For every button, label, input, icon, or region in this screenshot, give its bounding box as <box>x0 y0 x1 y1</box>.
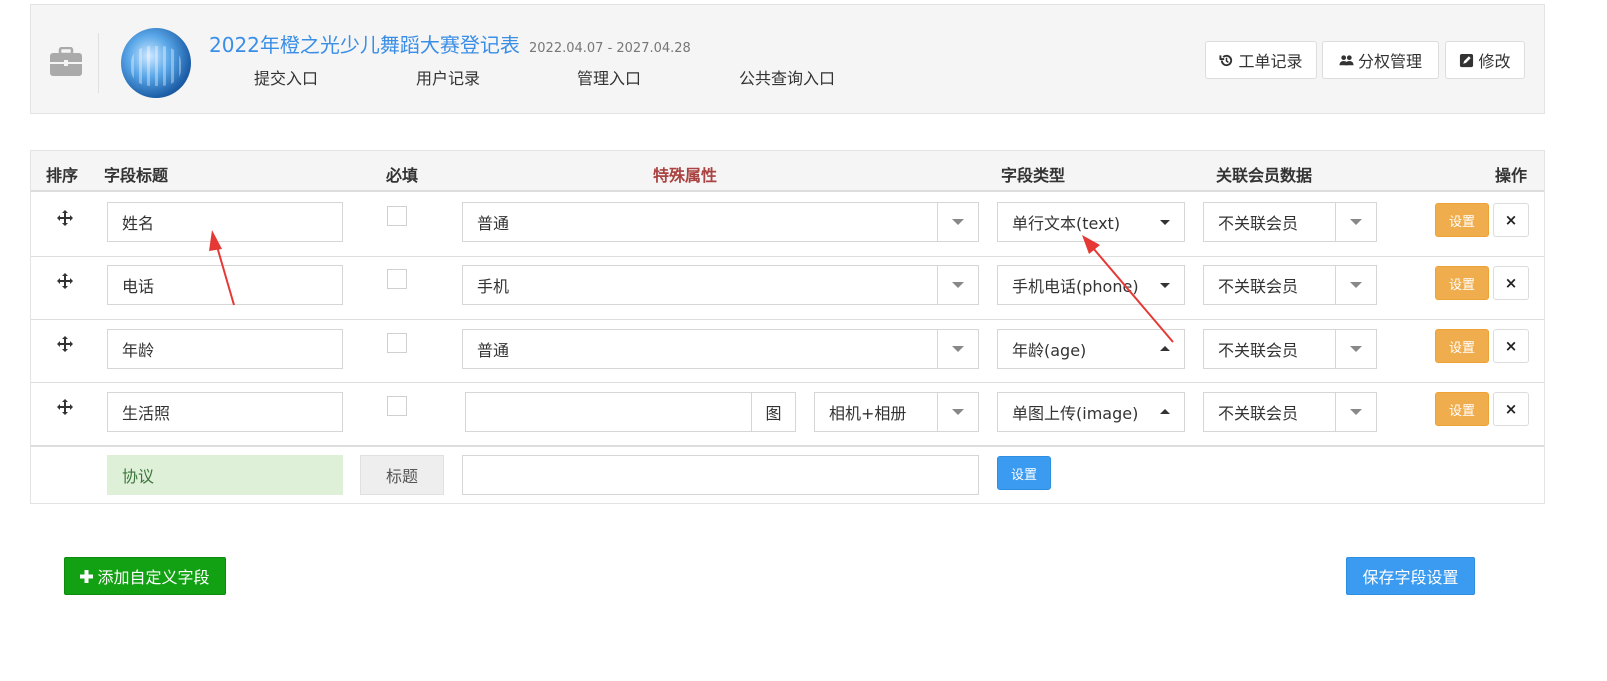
edit-label: 修改 <box>1478 52 1511 71</box>
field-title-input[interactable]: 姓名 <box>107 202 343 242</box>
special-select[interactable]: 手机 <box>462 265 979 305</box>
plus-icon <box>80 569 94 583</box>
field-type-select[interactable]: 单图上传(image) <box>997 392 1185 432</box>
field-title-input[interactable]: 年龄 <box>107 329 343 369</box>
header-divider <box>98 33 99 93</box>
caret-down-icon <box>1160 220 1170 225</box>
col-required: 必填 <box>386 166 419 185</box>
row-divider <box>31 445 1544 447</box>
edit-button[interactable]: 修改 <box>1445 41 1525 79</box>
caret-up-icon <box>1160 346 1170 351</box>
chevron-down-icon <box>952 409 964 415</box>
member-select[interactable]: 不关联会员 <box>1203 392 1377 432</box>
special-select-value: 手机 <box>477 277 510 296</box>
form-title: 2022年橙之光少儿舞蹈大赛登记表 2022.04.07 - 2027.04.2… <box>209 29 691 58</box>
field-type-select[interactable]: 单行文本(text) <box>997 202 1185 242</box>
row-divider <box>31 319 1544 320</box>
briefcase-icon <box>50 47 82 76</box>
agreement-label: 标题 <box>360 455 444 495</box>
set-button[interactable]: 设置 <box>1435 266 1489 300</box>
agreement-value-input[interactable] <box>462 455 979 495</box>
col-member-data: 关联会员数据 <box>1216 166 1313 185</box>
member-select-value: 不关联会员 <box>1218 214 1299 233</box>
field-type-value: 单图上传(image) <box>1012 404 1139 423</box>
caret-down-icon <box>1160 283 1170 288</box>
move-icon[interactable] <box>56 335 74 353</box>
field-type-value: 手机电话(phone) <box>1012 277 1139 296</box>
col-order: 排序 <box>46 166 79 185</box>
move-icon[interactable] <box>56 209 74 227</box>
required-checkbox[interactable] <box>387 269 407 289</box>
special-select-value: 普通 <box>477 341 510 360</box>
nav-public-query[interactable]: 公共查询入口 <box>739 65 835 89</box>
required-checkbox[interactable] <box>387 396 407 416</box>
nav-submit-entry[interactable]: 提交入口 <box>254 65 318 89</box>
chevron-down-icon <box>952 346 964 352</box>
image-source-select[interactable]: 相机+相册 <box>814 392 979 432</box>
special-select-value: 普通 <box>477 214 510 233</box>
member-select[interactable]: 不关联会员 <box>1203 329 1377 369</box>
form-avatar <box>121 28 191 98</box>
set-button[interactable]: 设置 <box>1435 329 1489 363</box>
member-select-value: 不关联会员 <box>1218 341 1299 360</box>
save-field-settings-button[interactable]: 保存字段设置 <box>1346 557 1475 595</box>
col-field-title: 字段标题 <box>104 166 169 185</box>
add-custom-field-label: 添加自定义字段 <box>97 568 210 587</box>
field-type-select[interactable]: 手机电话(phone) <box>997 265 1185 305</box>
field-title-input[interactable]: 生活照 <box>107 392 343 432</box>
chevron-down-icon <box>1350 282 1362 288</box>
add-custom-field-button[interactable]: 添加自定义字段 <box>64 557 226 595</box>
chevron-down-icon <box>952 282 964 288</box>
col-field-type: 字段类型 <box>1001 166 1066 185</box>
users-icon <box>1339 54 1354 65</box>
delete-button[interactable]: × <box>1493 329 1529 363</box>
fields-table: 排序 字段标题 必填 特殊属性 字段类型 关联会员数据 操作 姓名 普通 单行文… <box>30 150 1545 504</box>
form-header: 2022年橙之光少儿舞蹈大赛登记表 2022.04.07 - 2027.04.2… <box>30 4 1545 114</box>
work-order-button[interactable]: 工单记录 <box>1205 41 1317 79</box>
special-select[interactable]: 普通 <box>462 202 979 242</box>
move-icon[interactable] <box>56 398 74 416</box>
col-special: 特殊属性 <box>653 166 718 185</box>
chevron-down-icon <box>952 219 964 225</box>
move-icon[interactable] <box>56 272 74 290</box>
work-order-label: 工单记录 <box>1238 52 1303 71</box>
form-title-text[interactable]: 2022年橙之光少儿舞蹈大赛登记表 <box>209 33 520 57</box>
set-button[interactable]: 设置 <box>1435 392 1489 426</box>
member-select-value: 不关联会员 <box>1218 404 1299 423</box>
row-divider <box>31 382 1544 383</box>
required-checkbox[interactable] <box>387 206 407 226</box>
field-type-value: 单行文本(text) <box>1012 214 1121 233</box>
chevron-down-icon <box>1350 346 1362 352</box>
member-select-value: 不关联会员 <box>1218 277 1299 296</box>
permissions-label: 分权管理 <box>1357 52 1422 71</box>
row-divider <box>31 256 1544 257</box>
table-header: 排序 字段标题 必填 特殊属性 字段类型 关联会员数据 操作 <box>31 151 1544 192</box>
history-icon <box>1219 54 1233 66</box>
nav-admin-entry[interactable]: 管理入口 <box>577 65 641 89</box>
set-button[interactable]: 设置 <box>1435 203 1489 237</box>
edit-icon <box>1460 53 1474 67</box>
chevron-down-icon <box>1350 219 1362 225</box>
agreement-set-button[interactable]: 设置 <box>997 456 1051 490</box>
special-select[interactable]: 普通 <box>462 329 979 369</box>
form-date-range: 2022.04.07 - 2027.04.28 <box>529 41 691 56</box>
caret-up-icon <box>1160 409 1170 414</box>
agreement-title-input[interactable]: 协议 <box>107 455 343 495</box>
delete-button[interactable]: × <box>1493 203 1529 237</box>
field-title-input[interactable]: 电话 <box>107 265 343 305</box>
permissions-button[interactable]: 分权管理 <box>1322 41 1439 79</box>
field-type-value: 年龄(age) <box>1012 341 1087 360</box>
delete-button[interactable]: × <box>1493 392 1529 426</box>
member-select[interactable]: 不关联会员 <box>1203 202 1377 242</box>
delete-button[interactable]: × <box>1493 266 1529 300</box>
image-addon: 图 <box>751 392 796 432</box>
member-select[interactable]: 不关联会员 <box>1203 265 1377 305</box>
special-text-input[interactable] <box>465 392 752 432</box>
chevron-down-icon <box>1350 409 1362 415</box>
nav-user-records[interactable]: 用户记录 <box>416 65 480 89</box>
col-actions: 操作 <box>1495 166 1528 185</box>
image-source-value: 相机+相册 <box>829 404 907 423</box>
field-type-select[interactable]: 年龄(age) <box>997 329 1185 369</box>
required-checkbox[interactable] <box>387 333 407 353</box>
